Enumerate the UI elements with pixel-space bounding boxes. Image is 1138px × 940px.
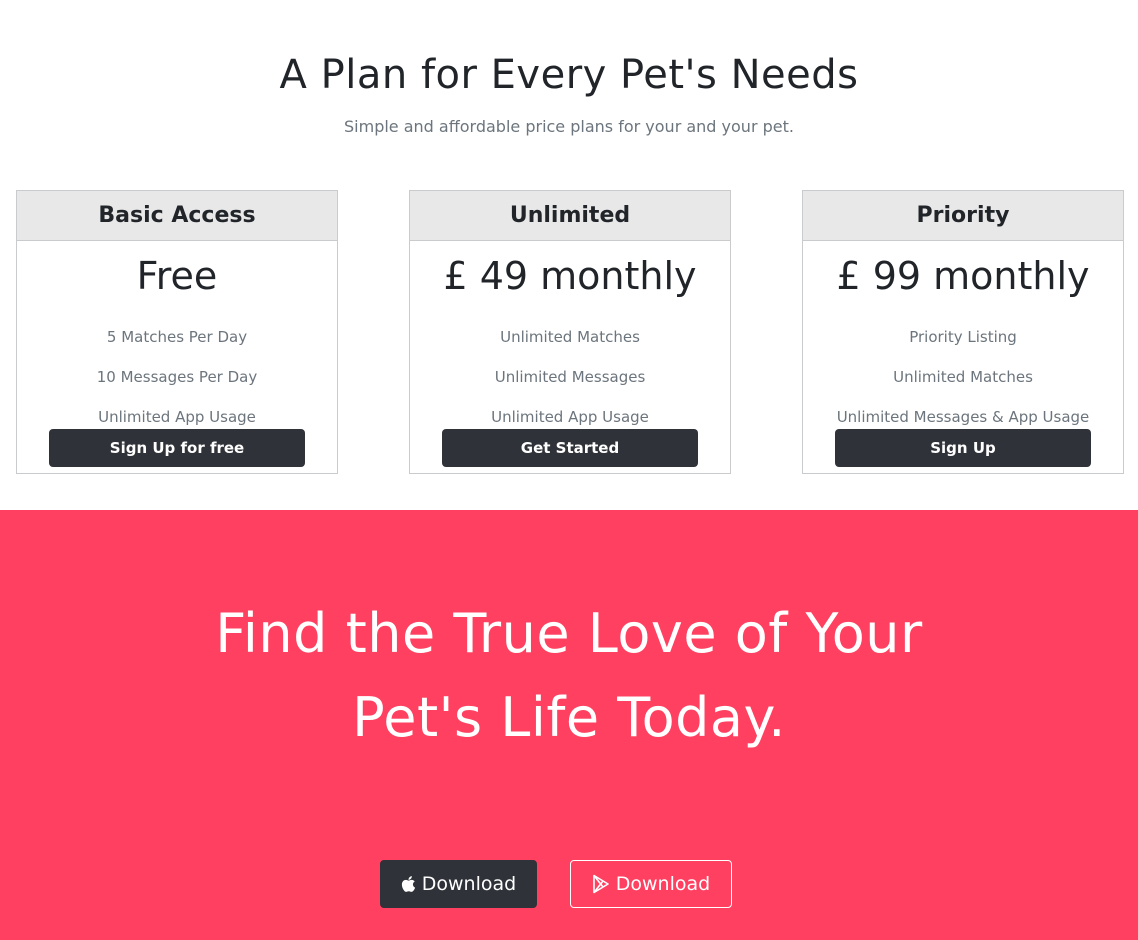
plan-price: Free [136, 254, 218, 298]
google-play-download-button[interactable]: Download [570, 860, 732, 908]
plan-feature: Unlimited Messages [494, 368, 646, 386]
plan-features: Unlimited Matches Unlimited Messages Unl… [410, 317, 730, 437]
pricing-subtitle: Simple and affordable price plans for yo… [344, 117, 794, 136]
apple-download-label: Download [421, 873, 517, 895]
cta-heading-line2: Pet's Life Today. [352, 686, 786, 749]
plan-feature: Priority Listing [909, 328, 1017, 346]
sign-up-free-button[interactable]: Sign Up for free [49, 429, 305, 467]
plan-card-priority: Priority £ 99 monthly Priority Listing U… [802, 190, 1124, 474]
apple-download-button[interactable]: Download [380, 860, 537, 908]
cta-section: Find the True Love of Your Pet's Life To… [0, 510, 1138, 940]
plan-feature: 10 Messages Per Day [96, 368, 258, 386]
plan-card-basic: Basic Access Free 5 Matches Per Day 10 M… [16, 190, 338, 474]
get-started-button[interactable]: Get Started [442, 429, 698, 467]
plan-features: Priority Listing Unlimited Matches Unlim… [803, 317, 1123, 437]
plan-name: Unlimited [410, 191, 730, 241]
plan-features: 5 Matches Per Day 10 Messages Per Day Un… [17, 317, 337, 437]
plan-feature: 5 Matches Per Day [106, 328, 248, 346]
plan-feature: Unlimited Matches [893, 368, 1033, 386]
cta-heading-line1: Find the True Love of Your [215, 602, 923, 665]
sign-up-button[interactable]: Sign Up [835, 429, 1091, 467]
plan-feature: Unlimited Matches [500, 328, 640, 346]
pricing-section: A Plan for Every Pet's Needs Simple and … [0, 0, 1138, 510]
cta-heading: Find the True Love of Your Pet's Life To… [0, 592, 1138, 760]
plan-price: £ 99 monthly [836, 254, 1090, 298]
plan-name: Priority [803, 191, 1123, 241]
plan-name: Basic Access [17, 191, 337, 241]
apple-icon [401, 875, 416, 893]
plan-card-unlimited: Unlimited £ 49 monthly Unlimited Matches… [409, 190, 731, 474]
google-play-download-label: Download [615, 873, 711, 895]
google-play-icon [592, 874, 610, 894]
pricing-title: A Plan for Every Pet's Needs [279, 52, 859, 98]
plan-price: £ 49 monthly [443, 254, 697, 298]
